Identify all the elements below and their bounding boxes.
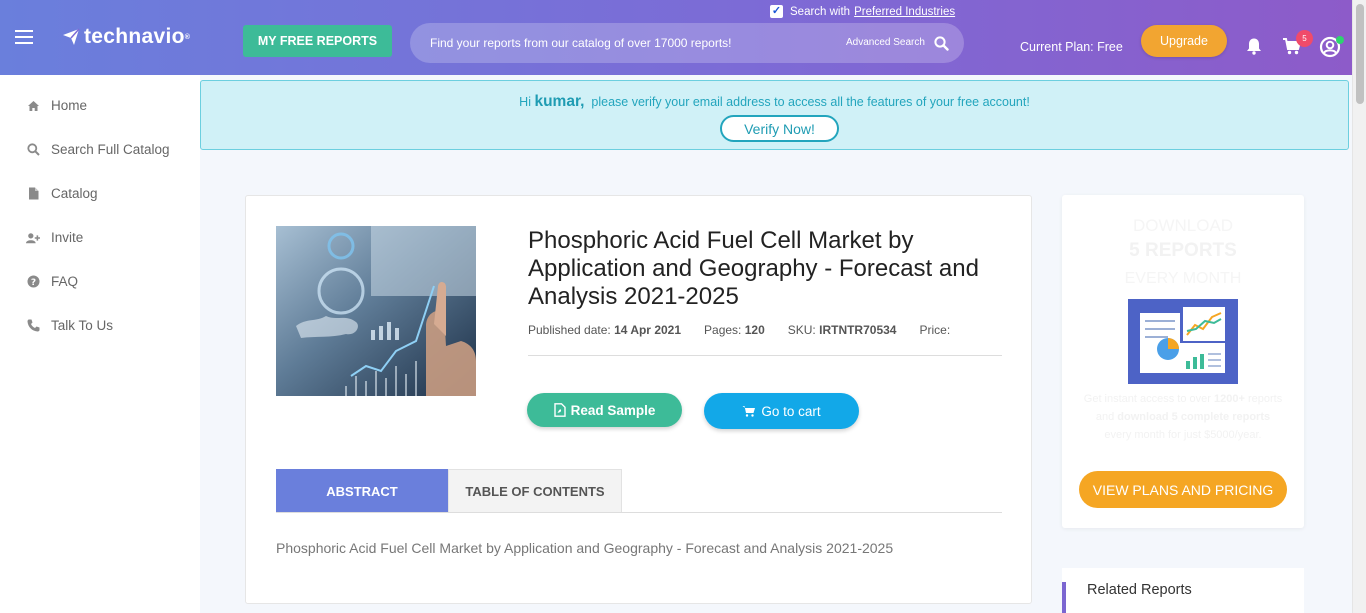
search-icon[interactable] [934, 36, 949, 51]
bell-icon[interactable] [1245, 37, 1263, 55]
sidebar-item-label: Talk To Us [51, 318, 114, 333]
online-status-dot [1336, 36, 1344, 44]
preferred-checkbox[interactable]: ✓ [770, 5, 783, 18]
sidebar-item-talk-to-us[interactable]: Talk To Us [26, 318, 113, 333]
sidebar-item-label: Home [51, 98, 88, 113]
related-reports-heading: Related Reports [1087, 582, 1192, 598]
my-free-reports-button[interactable]: MY FREE REPORTS [243, 25, 392, 57]
promo-desc-part: every month for just $5000/year. [1104, 429, 1262, 441]
search-input[interactable]: Find your reports from our catalog of ov… [430, 36, 731, 50]
promo-desc-bold: 1200+ [1214, 393, 1245, 405]
view-plans-button[interactable]: VIEW PLANS AND PRICING [1079, 471, 1287, 508]
promo-line3: EVERY MONTH [1124, 270, 1242, 287]
cart-count-badge: 5 [1296, 30, 1313, 47]
tab-divider [276, 512, 1002, 513]
cart-icon [742, 406, 756, 417]
report-card: Phosphoric Acid Fuel Cell Market by Appl… [245, 195, 1032, 604]
preferred-industries-link[interactable]: Preferred Industries [854, 6, 955, 18]
tab-table-of-contents[interactable]: TABLE OF CONTENTS [448, 469, 622, 513]
svg-text:?: ? [30, 278, 35, 288]
scrollbar-thumb[interactable] [1356, 4, 1364, 104]
technavio-logo[interactable]: technavio ® [62, 25, 190, 49]
logo-text: technavio [84, 25, 185, 48]
related-reports-panel: Related Reports [1062, 568, 1304, 613]
phone-icon [26, 319, 40, 332]
top-header: technavio ® MY FREE REPORTS ✓ Search with… [0, 0, 1352, 75]
sidebar-item-label: Invite [51, 230, 84, 245]
sku-label: SKU: [787, 323, 816, 337]
sidebar-item-home[interactable]: Home [26, 98, 87, 113]
published-value: 14 Apr 2021 [614, 323, 682, 337]
promo-desc-bold: download 5 complete reports [1117, 411, 1271, 423]
promo-description: Get instant access to over 1200+ reports… [1082, 390, 1284, 444]
pages-label: Pages: [704, 323, 742, 337]
sidebar-item-label: Catalog [51, 186, 98, 201]
verify-text: please verify your email address to acce… [591, 95, 1030, 109]
sku-value: IRTNTR70534 [819, 323, 897, 337]
verify-username: kumar, [534, 93, 585, 110]
report-price: Price: [919, 323, 951, 337]
promo-line1: DOWNLOAD [1132, 216, 1234, 235]
question-icon: ? [26, 275, 40, 288]
sidebar-item-invite[interactable]: Invite [26, 230, 83, 245]
user-plus-icon [26, 232, 40, 244]
upgrade-button[interactable]: Upgrade [1141, 25, 1227, 57]
published-date: Published date: 14 Apr 2021 [528, 323, 681, 337]
preferred-prefix: Search with [790, 5, 851, 18]
logo-trademark: ® [184, 33, 191, 41]
sidebar: Home Search Full Catalog Catalog Invite … [0, 75, 200, 613]
verify-email-banner: Hi kumar, please verify your email addre… [200, 80, 1349, 150]
go-to-cart-label: Go to cart [761, 403, 821, 419]
verify-greeting: Hi [519, 95, 531, 109]
go-to-cart-button[interactable]: Go to cart [704, 393, 859, 429]
read-sample-label: Read Sample [570, 402, 656, 418]
search-icon [26, 143, 40, 156]
report-sku: SKU: IRTNTR70534 [788, 323, 897, 337]
pages-count: Pages: 120 [704, 323, 765, 337]
sidebar-item-label: FAQ [51, 274, 79, 289]
menu-icon[interactable] [15, 30, 33, 44]
promo-desc-part: Get instant access to over [1083, 393, 1211, 405]
current-plan-label: Current Plan: Free [1020, 40, 1123, 54]
sidebar-item-search-full-catalog[interactable]: Search Full Catalog [26, 142, 170, 157]
reports-illustration [1128, 299, 1238, 384]
pages-value: 120 [744, 323, 765, 337]
report-cover-image [276, 226, 476, 396]
read-sample-button[interactable]: Read Sample [527, 393, 682, 427]
home-icon [26, 100, 40, 112]
tab-abstract[interactable]: ABSTRACT [276, 469, 448, 513]
sidebar-item-label: Search Full Catalog [51, 142, 170, 157]
advanced-search-link[interactable]: Advanced Search [846, 37, 925, 48]
abstract-text: Phosphoric Acid Fuel Cell Market by Appl… [276, 540, 894, 556]
promo-line2: 5 REPORTS [1129, 240, 1237, 261]
published-label: Published date: [528, 323, 611, 337]
subscription-promo: DOWNLOAD 5 REPORTS EVERY MONTH Get insta… [1062, 195, 1304, 528]
file-icon [26, 187, 40, 200]
report-meta: Published date: 14 Apr 2021 Pages: 120 S… [528, 323, 973, 337]
pdf-icon [553, 403, 566, 417]
sidebar-item-catalog[interactable]: Catalog [26, 186, 98, 201]
preferred-industries-toggle[interactable]: ✓ Search with Preferred Industries [770, 5, 955, 18]
catalog-search-bar[interactable]: Find your reports from our catalog of ov… [410, 23, 964, 63]
meta-divider [528, 355, 1002, 356]
verify-now-button[interactable]: Verify Now! [720, 115, 839, 142]
related-accent-bar [1062, 582, 1066, 613]
technavio-logo-icon [63, 28, 80, 45]
report-title: Phosphoric Acid Fuel Cell Market by Appl… [528, 227, 979, 310]
sidebar-item-faq[interactable]: ? FAQ [26, 274, 78, 289]
verify-message: Hi kumar, please verify your email addre… [201, 93, 1348, 111]
page-scrollbar[interactable] [1352, 0, 1366, 613]
